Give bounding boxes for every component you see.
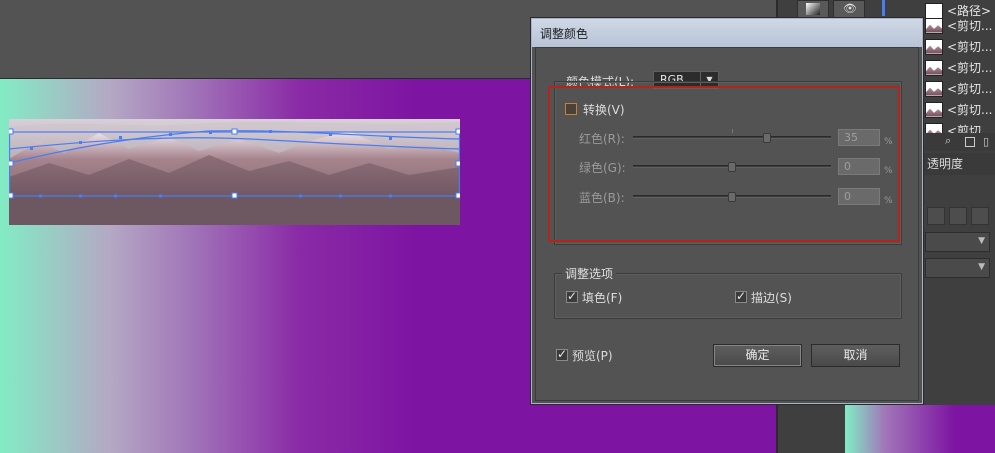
preview-label: 预览(P) xyxy=(572,349,613,363)
align-center-button[interactable] xyxy=(949,207,967,225)
fill-label: 填色(F) xyxy=(582,291,623,305)
eye-icon: 👁 xyxy=(843,2,857,15)
layer-item[interactable]: <剪切... xyxy=(925,15,995,36)
panel-gradient-swatch-button[interactable] xyxy=(797,0,829,18)
preview-checkbox[interactable] xyxy=(556,347,568,361)
layer-label: <剪切... xyxy=(947,103,993,117)
cancel-button[interactable]: 取消 xyxy=(811,344,900,367)
ok-button[interactable]: 确定 xyxy=(713,344,802,367)
layer-thumbnail xyxy=(925,80,943,97)
annotation-highlight-box xyxy=(548,86,900,242)
gradient-swatch-icon xyxy=(806,3,820,15)
dialog-title: 调整颜色 xyxy=(540,27,589,41)
layer-label: <剪切... xyxy=(947,40,993,54)
visibility-toggle-button[interactable]: 👁 xyxy=(833,0,865,18)
search-icon[interactable]: ⌕ xyxy=(945,134,951,148)
dialog-titlebar[interactable]: 调整颜色 xyxy=(532,19,922,47)
layer-thumbnail xyxy=(925,17,943,34)
layer-item[interactable]: <剪切... xyxy=(925,57,995,78)
layer-thumbnail xyxy=(925,101,943,118)
layer-item[interactable]: <剪切... xyxy=(925,36,995,57)
fill-checkbox[interactable] xyxy=(566,289,578,303)
layer-label: <剪切... xyxy=(947,61,993,75)
new-layer-icon[interactable] xyxy=(965,137,975,147)
panel-dropdown-1[interactable] xyxy=(925,232,990,252)
align-right-button[interactable] xyxy=(971,207,989,225)
layers-toolbar: ⌕ ▯ xyxy=(925,133,995,151)
layer-item[interactable]: <剪切... xyxy=(925,99,995,120)
layer-item[interactable]: <剪切... xyxy=(925,78,995,99)
layer-label: <剪切... xyxy=(947,19,993,33)
tab-transparency[interactable]: 透明度 xyxy=(920,153,995,175)
layer-thumbnail xyxy=(925,59,943,76)
adjust-options-label: 调整选项 xyxy=(562,265,617,282)
stroke-label: 描边(S) xyxy=(751,291,792,305)
stroke-checkbox[interactable] xyxy=(735,289,747,303)
layer-thumbnail xyxy=(925,38,943,55)
layer-label: <剪切... xyxy=(947,82,993,96)
mountain-artwork[interactable] xyxy=(9,119,460,225)
adjust-colors-dialog: 调整颜色 颜色模式(L): RGB ▼ 转换(V) 红色(R): 35 % 绿色… xyxy=(531,18,923,404)
panel-gradient-preview xyxy=(845,405,995,453)
align-left-button[interactable] xyxy=(927,207,945,225)
panel-dropdown-2[interactable] xyxy=(925,258,990,278)
layer-color-bar xyxy=(882,0,885,16)
trash-icon[interactable]: ▯ xyxy=(983,135,989,148)
artwork-foreground xyxy=(9,195,460,225)
